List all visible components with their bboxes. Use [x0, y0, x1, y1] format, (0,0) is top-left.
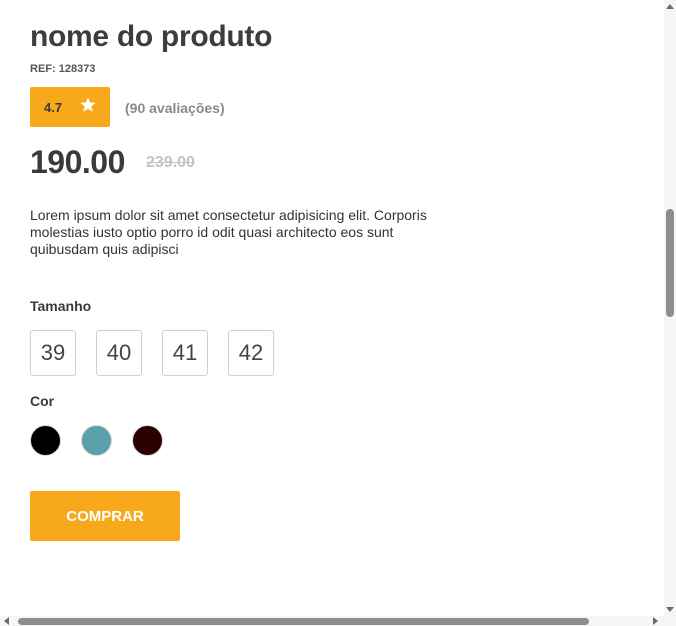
buy-button[interactable]: COMPRAR [30, 491, 180, 541]
horizontal-scrollbar[interactable] [0, 616, 664, 626]
scroll-down-icon[interactable] [665, 604, 675, 614]
rating-badge: 4.7 [30, 87, 110, 127]
size-options: 39 40 41 42 [30, 330, 294, 376]
scrollbar-corner [664, 616, 676, 626]
review-count[interactable]: (90 avaliações) [125, 100, 225, 116]
size-option-39[interactable]: 39 [30, 330, 76, 376]
color-label: Cor [30, 393, 55, 409]
color-options [30, 425, 183, 456]
size-option-40[interactable]: 40 [96, 330, 142, 376]
product-price: 190.00 [30, 144, 125, 180]
color-swatch-teal[interactable] [81, 425, 112, 456]
product-old-price: 239.00 [146, 154, 195, 171]
scroll-left-icon[interactable] [2, 616, 12, 626]
rating-value: 4.7 [44, 100, 63, 115]
vertical-scroll-thumb[interactable] [666, 209, 674, 317]
product-title: nome do produto [30, 20, 273, 53]
horizontal-scroll-thumb[interactable] [18, 618, 589, 625]
vertical-scrollbar[interactable] [664, 0, 676, 616]
product-ref: REF: 128373 [30, 63, 96, 75]
scroll-right-icon[interactable] [650, 616, 660, 626]
star-icon [80, 97, 96, 112]
scroll-up-icon[interactable] [665, 2, 675, 12]
color-swatch-black[interactable] [30, 425, 61, 456]
size-option-42[interactable]: 42 [228, 330, 274, 376]
size-label: Tamanho [30, 298, 92, 314]
size-option-41[interactable]: 41 [162, 330, 208, 376]
color-swatch-dark-brown[interactable] [132, 425, 163, 456]
product-description: Lorem ipsum dolor sit amet consectetur a… [30, 207, 427, 257]
